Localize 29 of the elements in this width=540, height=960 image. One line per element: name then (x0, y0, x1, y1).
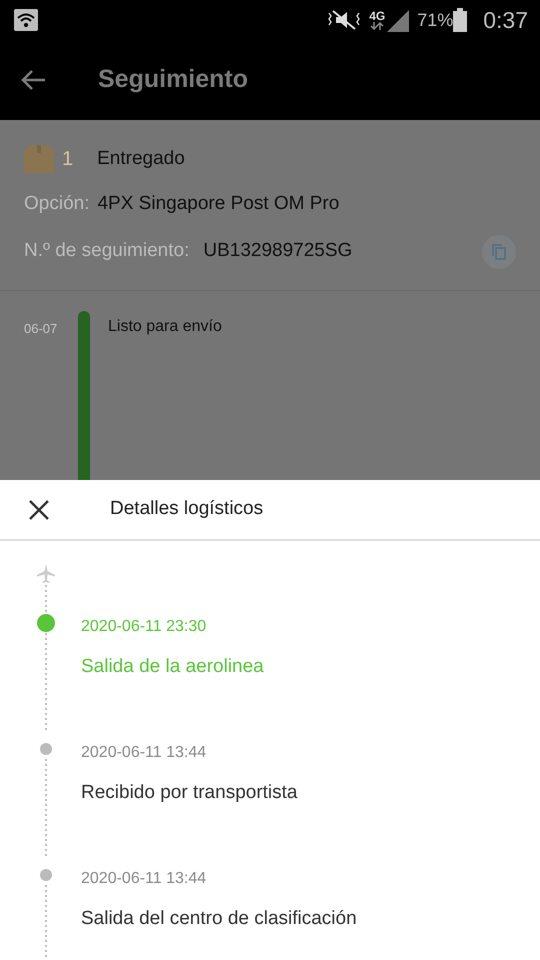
clock: 0:37 (483, 6, 528, 35)
signal-icon (385, 8, 410, 32)
package-count: 1 (62, 147, 74, 172)
event-description: Salida de la aerolinea (81, 655, 264, 679)
option-value: 4PX Singapore Post OM Pro (97, 192, 340, 216)
back-icon[interactable] (20, 69, 46, 91)
close-icon[interactable] (28, 498, 50, 520)
package-status: Entregado (97, 146, 185, 171)
wifi-icon (14, 9, 38, 31)
tracking-number: UB132989725SG (203, 239, 352, 264)
battery-level: 71% (417, 8, 454, 32)
event-time: 2020-06-11 23:30 (81, 617, 208, 637)
screen-title: Seguimiento (98, 64, 248, 96)
tracking-label: N.º de seguimiento: (24, 239, 190, 264)
event-description: Salida del centro de clasificación (81, 907, 357, 931)
mute-icon (327, 9, 362, 31)
dotted-connector (45, 585, 47, 613)
event-time: 2020-06-11 13:44 (81, 869, 208, 889)
option-label: Opción: (24, 192, 90, 216)
event-description: Recibido por transportista (81, 781, 298, 805)
battery-icon (453, 8, 468, 32)
plane-icon (36, 563, 56, 585)
box-icon (24, 145, 54, 173)
summary-status: Listo para envío (108, 317, 222, 337)
summary-date: 06-07 (24, 320, 58, 338)
event-time: 2020-06-11 13:44 (81, 743, 208, 763)
sheet-title: Detalles logísticos (110, 497, 264, 522)
data-arrows-icon (370, 22, 384, 30)
network-label: 4G (369, 10, 386, 22)
